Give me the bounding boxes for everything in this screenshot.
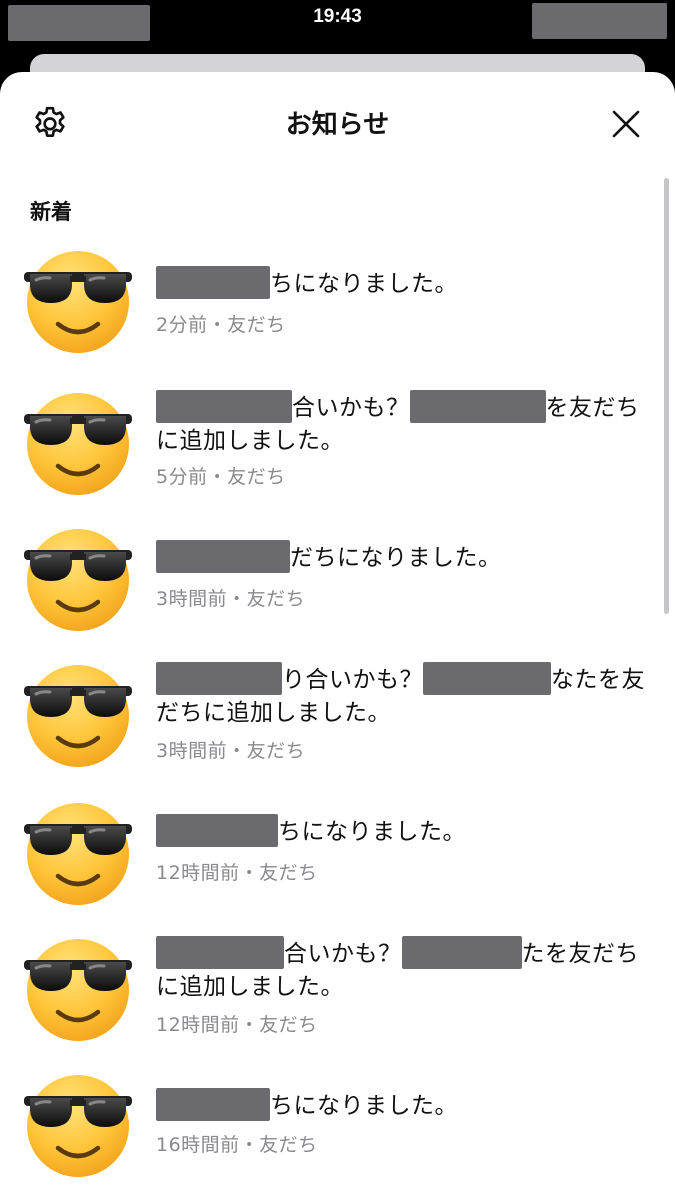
sunglasses-emoji-icon: [24, 665, 132, 767]
close-icon: [612, 110, 640, 138]
notification-meta: 2分前・友だち: [156, 314, 286, 336]
message-text: ちになりました。: [270, 1093, 458, 1119]
sunglasses-emoji-icon: [24, 529, 132, 631]
redacted-status-right: [532, 3, 667, 39]
notification-message: ちになりました。: [156, 266, 646, 301]
avatar[interactable]: [22, 796, 134, 908]
message-text: 合いかも？: [284, 941, 402, 967]
avatar[interactable]: [22, 658, 134, 770]
section-label-new: 新着: [30, 200, 72, 224]
redacted-name: [409, 390, 546, 423]
redacted-name: [156, 814, 278, 847]
avatar[interactable]: [22, 1068, 134, 1180]
sunglasses-emoji-icon: [24, 1075, 132, 1177]
redacted-name: [423, 662, 551, 695]
message-text: ちになりました。: [278, 819, 466, 845]
notification-message: ちになりました。: [156, 814, 646, 849]
avatar[interactable]: [22, 522, 134, 634]
sunglasses-emoji-icon: [24, 803, 132, 905]
redacted-name: [156, 936, 284, 969]
status-bar: 19:43: [0, 0, 675, 54]
redacted-name: [401, 936, 522, 969]
notification-meta: 12時間前・友だち: [156, 862, 318, 884]
redacted-name: [156, 540, 290, 573]
notification-meta: 3時間前・友だち: [156, 588, 306, 610]
redacted-name: [156, 1088, 270, 1121]
redacted-name: [156, 266, 270, 299]
redacted-name: [156, 662, 282, 695]
message-text: 合いかも？: [292, 395, 410, 421]
notification-meta: 3時間前・友だち: [156, 740, 306, 762]
notification-message: 合いかも？ を友だちに追加しました。: [156, 390, 646, 458]
message-text: だちになりました。: [290, 545, 502, 571]
notification-message: ちになりました。: [156, 1088, 646, 1123]
message-text: ちになりました。: [270, 271, 458, 297]
notification-message: だちになりました。: [156, 540, 646, 575]
avatar[interactable]: [22, 244, 134, 356]
scrollbar[interactable]: [664, 178, 669, 614]
sheet-header: お知らせ: [0, 72, 675, 172]
close-button[interactable]: [606, 104, 646, 144]
notification-message: り合いかも？ なたを友だちに追加しました。: [156, 662, 646, 730]
notification-meta: 12時間前・友だち: [156, 1014, 318, 1036]
sunglasses-emoji-icon: [24, 939, 132, 1041]
notification-meta: 5分前・友だち: [156, 466, 286, 488]
avatar[interactable]: [22, 932, 134, 1044]
notifications-sheet: お知らせ 新着 ちになりました。 2分前・友だち 合いかも？ を友だちに追加しま…: [0, 72, 675, 1200]
page-title: お知らせ: [285, 110, 390, 140]
sunglasses-emoji-icon: [24, 393, 132, 495]
notification-message: 合いかも？ たを友だちに追加しました。: [156, 936, 646, 1004]
avatar[interactable]: [22, 386, 134, 498]
redacted-name: [156, 390, 292, 423]
message-text: り合いかも？: [282, 667, 423, 693]
sunglasses-emoji-icon: [24, 251, 132, 353]
notification-meta: 16時間前・友だち: [156, 1134, 318, 1156]
